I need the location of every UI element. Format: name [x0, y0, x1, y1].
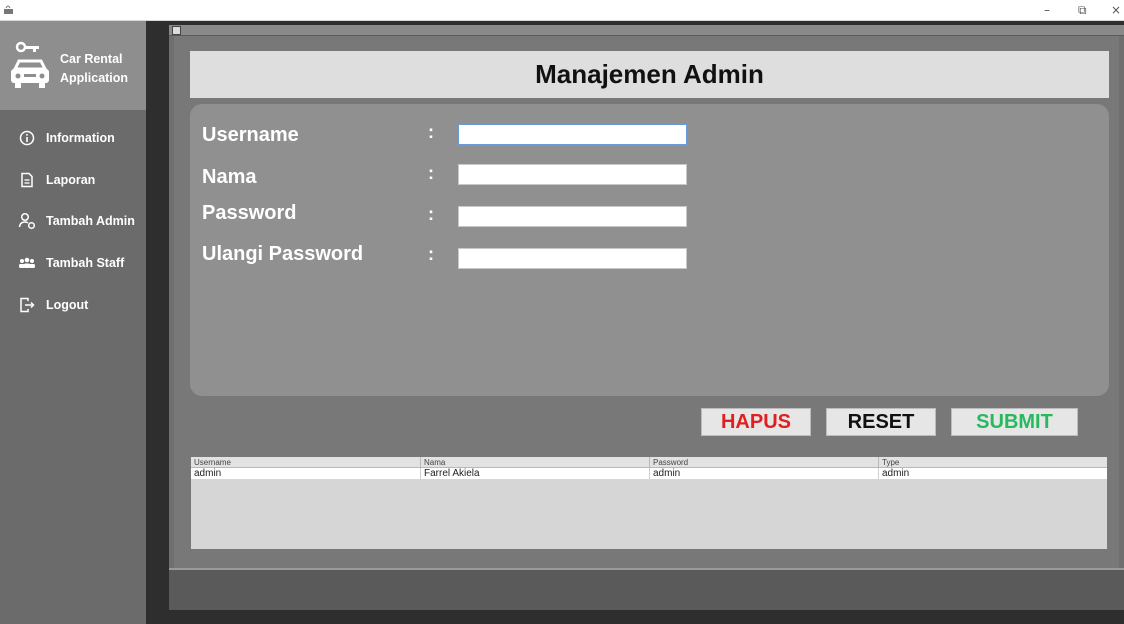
- column-header-type[interactable]: Type: [878, 457, 1107, 468]
- password-field[interactable]: [458, 206, 687, 227]
- table-cell-nama: Farrel Akiela: [420, 468, 649, 479]
- brand-panel: Car Rental Application: [0, 21, 146, 110]
- submit-button[interactable]: SUBMIT: [951, 408, 1078, 436]
- column-header-password[interactable]: Password: [649, 457, 878, 468]
- logout-icon: [17, 295, 37, 315]
- group-icon: [17, 253, 37, 273]
- table-row[interactable]: admin Farrel Akiela admin admin: [191, 468, 1107, 479]
- username-colon: :: [428, 122, 434, 142]
- sidebar-item-information[interactable]: Information: [0, 121, 146, 155]
- internal-frame-titlebar[interactable]: [169, 25, 1124, 36]
- app-name-line1: Car Rental: [60, 52, 123, 66]
- minimize-button[interactable]: –: [1044, 2, 1050, 18]
- internal-frame: Manajemen Admin Username : Nama : Passwo…: [169, 25, 1124, 610]
- ulangi-password-label: Ulangi Password: [202, 243, 364, 265]
- password-label: Password: [202, 202, 297, 224]
- window-titlebar: – ⧉ ×: [0, 0, 1124, 21]
- sidebar-item-tambah-admin[interactable]: Tambah Admin: [0, 204, 146, 238]
- user-settings-icon: [17, 211, 37, 231]
- column-header-username[interactable]: Username: [191, 457, 420, 468]
- content-area: Manajemen Admin Username : Nama : Passwo…: [146, 21, 1124, 624]
- sidebar-item-laporan[interactable]: Laporan: [0, 163, 146, 197]
- table-cell-username: admin: [194, 468, 222, 479]
- close-button[interactable]: ×: [1111, 2, 1121, 18]
- document-icon: [17, 170, 37, 190]
- nama-colon: :: [428, 163, 434, 183]
- sidebar-item-label: Tambah Admin: [46, 214, 135, 228]
- car-key-icon: [9, 41, 51, 96]
- sidebar-item-label: Laporan: [46, 173, 96, 187]
- sidebar-item-tambah-staff[interactable]: Tambah Staff: [0, 246, 146, 280]
- sidebar-item-logout[interactable]: Logout: [0, 288, 146, 322]
- username-field[interactable]: [458, 124, 687, 145]
- reset-button[interactable]: RESET: [826, 408, 936, 436]
- frame-bottom-strip: [169, 568, 1124, 610]
- app-name-line2: Application: [60, 71, 129, 85]
- table-cell-password: admin: [649, 468, 878, 479]
- sidebar: Car Rental Application Information Lapor…: [0, 21, 146, 624]
- app-name: Car Rental Application: [60, 50, 128, 88]
- ulangi-password-field[interactable]: [458, 248, 687, 269]
- username-label: Username: [202, 124, 299, 146]
- column-header-nama[interactable]: Nama: [420, 457, 649, 468]
- table-header: Username Nama Password Type: [191, 457, 1107, 468]
- sidebar-item-label: Logout: [46, 298, 89, 312]
- admin-form: Username : Nama : Password : Ulangi Pass…: [190, 104, 1109, 396]
- sidebar-item-label: Tambah Staff: [46, 256, 125, 270]
- header-bar: Manajemen Admin: [190, 51, 1109, 98]
- nama-field[interactable]: [458, 164, 687, 185]
- hapus-button[interactable]: HAPUS: [701, 408, 811, 436]
- frame-menu-icon[interactable]: [172, 26, 181, 35]
- admin-panel: Manajemen Admin Username : Nama : Passwo…: [174, 36, 1119, 568]
- sidebar-item-label: Information: [46, 131, 115, 145]
- admin-table: Username Nama Password Type admin Farrel…: [191, 457, 1107, 549]
- nama-label: Nama: [202, 166, 257, 188]
- ulangi-password-colon: :: [428, 244, 434, 264]
- page-title: Manajemen Admin: [535, 59, 764, 89]
- password-colon: :: [428, 204, 434, 224]
- java-app-icon: [2, 3, 15, 16]
- maximize-button[interactable]: ⧉: [1078, 2, 1087, 18]
- table-cell-type: admin: [878, 468, 1107, 479]
- info-icon: [17, 128, 37, 148]
